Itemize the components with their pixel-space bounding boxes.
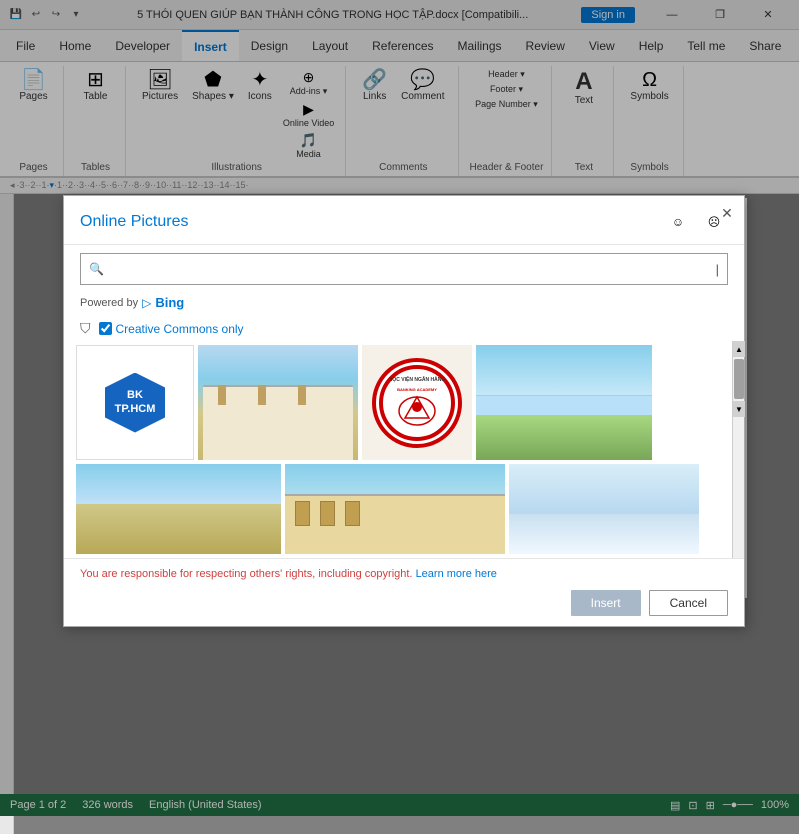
- modal-footer-actions: Insert Cancel: [80, 590, 728, 616]
- bing-label: Bing: [155, 295, 184, 310]
- image-bk-logo[interactable]: BKTP.HCM: [76, 345, 194, 460]
- powered-by-bing: Powered by ▷ Bing: [64, 293, 744, 316]
- modal-close-button[interactable]: ✕: [716, 202, 738, 224]
- insert-button[interactable]: Insert: [571, 590, 641, 616]
- bk-hexagon: BKTP.HCM: [105, 373, 165, 433]
- image-clouds[interactable]: [509, 464, 699, 554]
- modal-images-container: BKTP.HCM HỌC VIỆN NGÂN HÀNG BANKING ACAD…: [64, 341, 744, 558]
- scrollbar-down-button[interactable]: ▼: [733, 401, 745, 417]
- image-sky-water[interactable]: [476, 345, 652, 460]
- filter-icon: ⛉: [80, 320, 91, 337]
- scrollbar-up-button[interactable]: ▲: [733, 341, 745, 357]
- footer-rights-text: You are responsible for respecting other…: [80, 567, 728, 582]
- learn-more-link[interactable]: Learn more here: [416, 568, 497, 580]
- thumbs-up-icon: ☺: [672, 215, 684, 229]
- image-school-2[interactable]: [285, 464, 505, 554]
- footer-main-text: You are responsible for respecting other…: [80, 568, 416, 580]
- image-banking-academy[interactable]: HỌC VIỆN NGÂN HÀNG BANKING ACADEMY: [362, 345, 472, 460]
- image-scrollbar[interactable]: ▲ ▼: [732, 341, 744, 558]
- image-row-2: [76, 464, 732, 554]
- image-row-1: BKTP.HCM HỌC VIỆN NGÂN HÀNG BANKING ACAD…: [76, 345, 732, 460]
- search-input[interactable]: [110, 262, 710, 277]
- modal-search-area: 🔍 |: [64, 245, 744, 293]
- thumbs-up-button[interactable]: ☺: [664, 208, 692, 236]
- modal-filter-bar: ⛉ Creative Commons only: [64, 316, 744, 341]
- scrollbar-thumb[interactable]: [734, 359, 744, 399]
- image-building-1[interactable]: [198, 345, 358, 460]
- creative-commons-label[interactable]: Creative Commons only: [116, 322, 244, 336]
- bing-logo-icon: ▷: [142, 296, 151, 310]
- cancel-button[interactable]: Cancel: [649, 590, 728, 616]
- svg-text:BANKING ACADEMY: BANKING ACADEMY: [397, 387, 437, 392]
- online-pictures-modal: Online Pictures ☺ ☹ ✕ 🔍 | Powered by ▷ B…: [63, 195, 745, 627]
- image-field[interactable]: [76, 464, 281, 554]
- academy-logo-circle: HỌC VIỆN NGÂN HÀNG BANKING ACADEMY: [372, 358, 462, 448]
- modal-footer: You are responsible for respecting other…: [64, 558, 744, 626]
- powered-by-label: Powered by: [80, 297, 138, 309]
- search-icon: 🔍: [89, 262, 104, 276]
- svg-text:HỌC VIỆN NGÂN HÀNG: HỌC VIỆN NGÂN HÀNG: [389, 375, 446, 383]
- search-cursor: |: [716, 262, 719, 277]
- search-box[interactable]: 🔍 |: [80, 253, 728, 285]
- modal-title: Online Pictures: [80, 213, 664, 231]
- modal-header: Online Pictures ☺ ☹ ✕: [64, 196, 744, 245]
- creative-commons-checkbox[interactable]: [99, 322, 112, 335]
- creative-commons-checkbox-group[interactable]: Creative Commons only: [99, 322, 244, 336]
